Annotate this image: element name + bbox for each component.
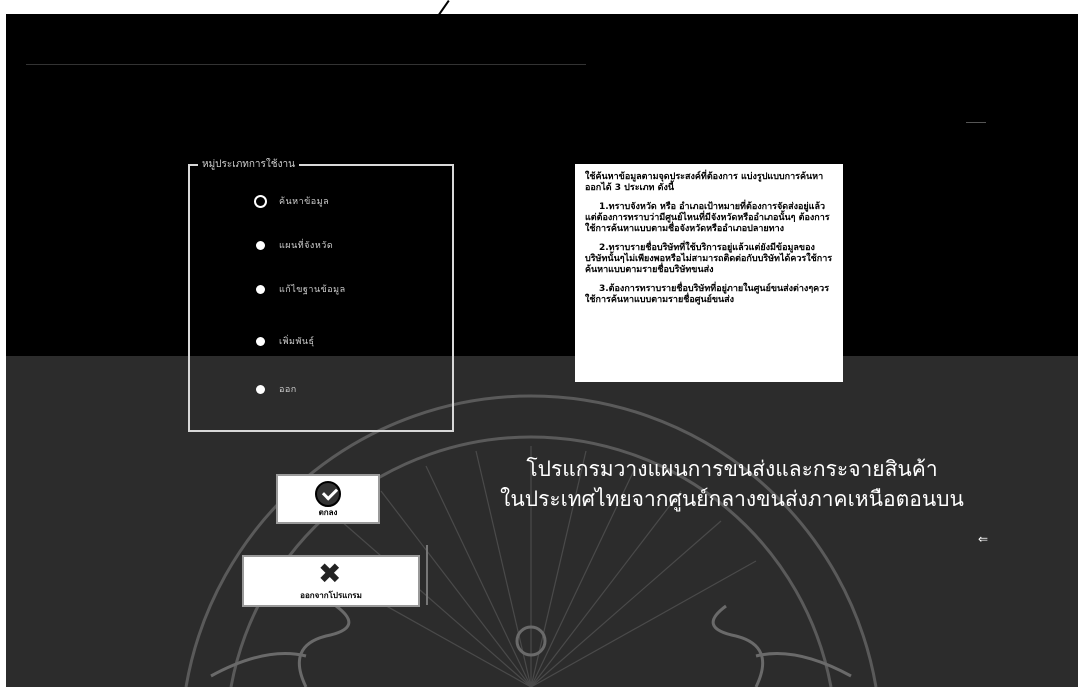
checkmark-icon xyxy=(315,481,341,507)
screenshot-stage: หมู่ประเภทการใช้งาน ค้นหาข้อมูล แผนที่จั… xyxy=(0,0,1078,687)
divider xyxy=(426,545,428,605)
info-paragraph: 2.ทราบรายชื่อบริษัทที่ใช้บริการอยู่แล้วแ… xyxy=(585,243,833,275)
radio-option-search[interactable]: ค้นหาข้อมูล xyxy=(256,192,329,210)
close-icon: ✖ xyxy=(318,557,342,590)
program-title-line2: ในประเทศไทยจากศูนย์กลางขนส่งภาคเหนือตอนบ… xyxy=(500,487,964,511)
ok-button-label: ตกลง xyxy=(318,508,338,517)
radio-option-edit-database[interactable]: แก้ไขฐานข้อมูล xyxy=(256,280,346,298)
ok-button[interactable]: ตกลง xyxy=(276,474,380,524)
noise-line xyxy=(966,122,986,123)
radio-option-label: แผนที่จังหวัด xyxy=(279,241,334,251)
noise-line xyxy=(26,64,586,65)
radio-icon[interactable] xyxy=(256,336,265,346)
radio-option-label: ค้นหาข้อมูล xyxy=(279,197,330,207)
program-title: โปรแกรมวางแผนการขนส่งและกระจายสินค้า ในป… xyxy=(452,454,1012,514)
radio-icon[interactable] xyxy=(256,284,265,294)
radio-option-label: ออก xyxy=(279,385,297,395)
info-paragraph: 3.ต้องการทราบรายชื่อบริษัทที่อยู่ภายในศู… xyxy=(585,284,830,305)
radio-option-exit[interactable]: ออก xyxy=(256,380,297,398)
cursor-icon: ⇐ xyxy=(978,532,989,546)
exit-button-label: ออกจากโปรแกรม xyxy=(300,591,362,600)
info-paragraph: ใช้ค้นหาข้อมูลตามจุดประสงค์ที่ต้องการ แบ… xyxy=(585,172,824,193)
info-paragraph: 1.ทราบจังหวัด หรือ อำเภอเป้าหมายที่ต้องก… xyxy=(585,202,830,234)
usage-type-group: หมู่ประเภทการใช้งาน ค้นหาข้อมูล แผนที่จั… xyxy=(188,158,454,432)
program-title-line1: โปรแกรมวางแผนการขนส่งและกระจายสินค้า xyxy=(526,457,938,481)
exit-program-button[interactable]: ✖ ออกจากโปรแกรม xyxy=(242,555,420,607)
university-seal-watermark xyxy=(184,394,878,687)
radio-option-label: เพิ่มพันธุ์ xyxy=(279,337,315,347)
radio-selected-icon[interactable] xyxy=(256,196,265,206)
top-panel xyxy=(6,14,1078,356)
search-info-box: ใช้ค้นหาข้อมูลตามจุดประสงค์ที่ต้องการ แบ… xyxy=(575,164,843,382)
radio-option-label: แก้ไขฐานข้อมูล xyxy=(279,285,346,295)
usage-type-legend: หมู่ประเภทการใช้งาน xyxy=(198,158,299,172)
radio-icon[interactable] xyxy=(256,384,265,394)
radio-icon[interactable] xyxy=(256,240,265,250)
radio-option-province-map[interactable]: แผนที่จังหวัด xyxy=(256,236,333,254)
radio-option-add[interactable]: เพิ่มพันธุ์ xyxy=(256,332,315,350)
